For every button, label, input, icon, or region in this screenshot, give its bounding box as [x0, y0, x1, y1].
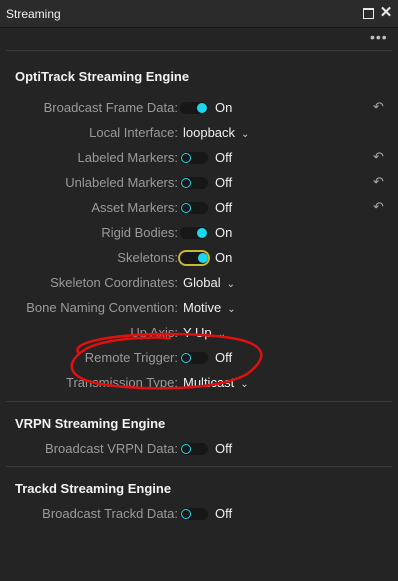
broadcast-trackd-data-toggle[interactable]: [180, 508, 208, 520]
rigid-bodies-state: On: [215, 225, 233, 240]
window-title: Streaming: [6, 7, 61, 21]
asset-markers-toggle[interactable]: [180, 202, 208, 214]
remote-trigger-state: Off: [215, 350, 233, 365]
remote-trigger-label: Remote Trigger:: [84, 350, 178, 365]
broadcast-trackd-data-state: Off: [215, 506, 233, 521]
broadcast-vrpn-data-label: Broadcast VRPN Data:: [45, 441, 178, 456]
row-rigid-bodies: Rigid Bodies: On: [0, 223, 398, 243]
skeletons-toggle[interactable]: [178, 250, 210, 266]
skeletons-state: On: [215, 250, 233, 265]
reset-icon[interactable]: ↶: [373, 174, 387, 190]
chevron-down-icon: ⌄: [227, 304, 236, 315]
bone-naming-value: Motive: [183, 300, 222, 315]
row-up-axis: Up Axis: Y Up ⌄: [0, 323, 398, 343]
chevron-down-icon: ⌄: [226, 279, 235, 290]
transmission-type-value: Multicast: [183, 375, 235, 390]
window-titlebar: Streaming ✕: [0, 0, 398, 28]
streaming-panel: ••• OptiTrack Streaming Engine Broadcast…: [0, 28, 398, 581]
row-skeleton-coordinates: Skeleton Coordinates: Global ⌄: [0, 273, 398, 293]
local-interface-value: loopback: [183, 125, 236, 140]
row-bone-naming-convention: Bone Naming Convention: Motive ⌄: [0, 298, 398, 318]
up-axis-value: Y Up: [183, 325, 212, 340]
chevron-down-icon: ⌄: [240, 379, 249, 390]
broadcast-frame-data-label: Broadcast Frame Data:: [43, 100, 178, 115]
chevron-down-icon: ⌄: [241, 129, 250, 140]
divider: [6, 466, 392, 467]
asset-markers-label: Asset Markers:: [91, 200, 178, 215]
section-title-trackd: Trackd Streaming Engine: [15, 481, 172, 496]
row-local-interface: Local Interface: loopback ⌄: [0, 123, 398, 143]
up-axis-label: Up Axis:: [130, 325, 178, 340]
unlabeled-markers-state: Off: [215, 175, 233, 190]
skeleton-coordinates-value: Global: [183, 275, 221, 290]
close-icon[interactable]: ✕: [378, 4, 394, 22]
row-broadcast-vrpn-data: Broadcast VRPN Data: Off: [0, 439, 398, 459]
up-axis-dropdown[interactable]: Y Up ⌄: [183, 325, 226, 340]
remote-trigger-toggle[interactable]: [180, 352, 208, 364]
labeled-markers-label: Labeled Markers:: [77, 150, 178, 165]
bone-naming-dropdown[interactable]: Motive ⌄: [183, 300, 236, 315]
reset-icon[interactable]: ↶: [373, 149, 387, 165]
broadcast-trackd-data-label: Broadcast Trackd Data:: [42, 506, 178, 521]
more-options-icon[interactable]: •••: [370, 30, 387, 46]
transmission-type-dropdown[interactable]: Multicast ⌄: [183, 375, 249, 390]
row-asset-markers: Asset Markers: Off ↶: [0, 198, 398, 218]
bone-naming-label: Bone Naming Convention:: [26, 300, 178, 315]
reset-icon[interactable]: ↶: [373, 99, 387, 115]
broadcast-vrpn-data-state: Off: [215, 441, 233, 456]
reset-icon[interactable]: ↶: [373, 199, 387, 215]
unlabeled-markers-label: Unlabeled Markers:: [65, 175, 178, 190]
skeleton-coordinates-label: Skeleton Coordinates:: [50, 275, 178, 290]
rigid-bodies-toggle[interactable]: [180, 227, 208, 239]
chevron-down-icon: ⌄: [217, 329, 227, 340]
maximize-icon[interactable]: [360, 4, 376, 22]
skeleton-coordinates-dropdown[interactable]: Global ⌄: [183, 275, 235, 290]
asset-markers-state: Off: [215, 200, 233, 215]
labeled-markers-toggle[interactable]: [180, 152, 208, 164]
section-title-optitrack: OptiTrack Streaming Engine: [15, 69, 190, 84]
labeled-markers-state: Off: [215, 150, 233, 165]
broadcast-frame-data-toggle[interactable]: [180, 102, 208, 114]
section-title-vrpn: VRPN Streaming Engine: [15, 416, 166, 431]
row-transmission-type: Transmission Type: Multicast ⌄: [0, 373, 398, 393]
local-interface-dropdown[interactable]: loopback ⌄: [183, 125, 249, 140]
broadcast-vrpn-data-toggle[interactable]: [180, 443, 208, 455]
row-labeled-markers: Labeled Markers: Off ↶: [0, 148, 398, 168]
transmission-type-label: Transmission Type:: [66, 375, 178, 390]
local-interface-label: Local Interface:: [89, 125, 178, 140]
row-unlabeled-markers: Unlabeled Markers: Off ↶: [0, 173, 398, 193]
unlabeled-markers-toggle[interactable]: [180, 177, 208, 189]
skeletons-label: Skeletons:: [117, 250, 178, 265]
row-broadcast-trackd-data: Broadcast Trackd Data: Off: [0, 504, 398, 524]
broadcast-frame-data-state: On: [215, 100, 233, 115]
divider: [6, 50, 392, 51]
rigid-bodies-label: Rigid Bodies:: [101, 225, 178, 240]
row-broadcast-frame-data: Broadcast Frame Data: On ↶: [0, 98, 398, 118]
row-remote-trigger: Remote Trigger: Off: [0, 348, 398, 368]
row-skeletons: Skeletons: On: [0, 248, 398, 268]
divider: [6, 401, 392, 402]
